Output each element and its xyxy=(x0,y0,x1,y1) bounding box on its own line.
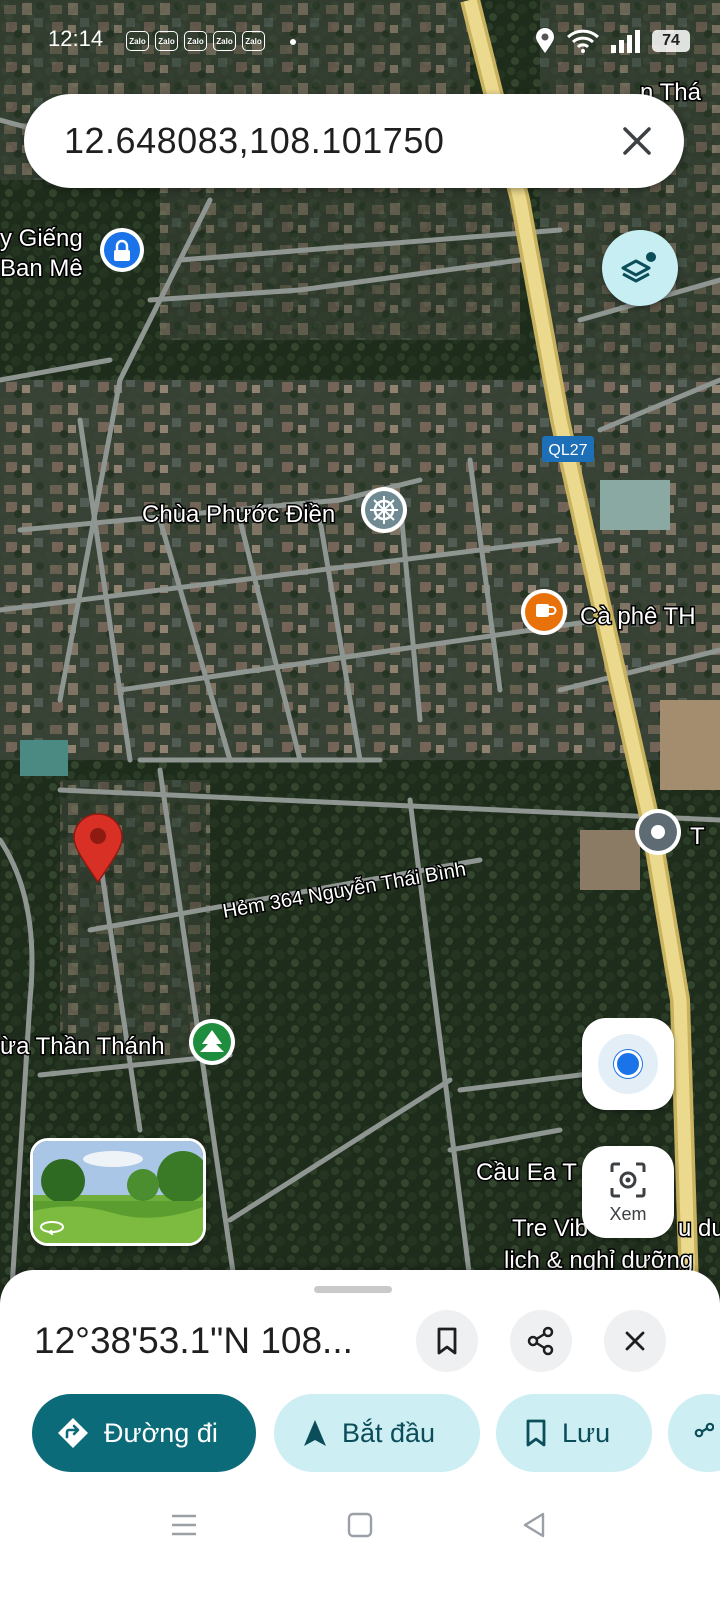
share-chip-button[interactable] xyxy=(668,1394,720,1472)
zalo-icon: Zalo xyxy=(126,31,149,51)
close-icon xyxy=(625,1331,645,1351)
start-label: Bắt đầu xyxy=(342,1417,436,1448)
poi-shop-marker[interactable] xyxy=(100,228,144,272)
place-label-right: T xyxy=(690,823,705,850)
zalo-icon: Zalo xyxy=(242,31,265,51)
street-view-thumbnail[interactable] xyxy=(30,1138,206,1246)
menu-nav-icon[interactable] xyxy=(170,1512,198,1538)
share-icon xyxy=(694,1422,714,1438)
my-location-icon xyxy=(598,1034,658,1094)
notification-icons: Zalo Zalo Zalo Zalo Zalo xyxy=(126,31,265,51)
temple-label: Chùa Phước Điền xyxy=(142,501,335,528)
view-button[interactable]: Xem xyxy=(582,1146,674,1238)
zalo-icon: Zalo xyxy=(155,31,178,51)
road-badge-label: QL27 xyxy=(548,442,587,459)
resort-label-1: Tre Vib xyxy=(512,1215,588,1242)
navigation-arrow-icon xyxy=(304,1420,326,1446)
search-bar[interactable]: 12.648083,108.101750 xyxy=(24,94,684,188)
share-icon xyxy=(527,1326,554,1356)
system-navigation-bar xyxy=(0,1488,720,1600)
wifi-icon xyxy=(566,29,600,53)
location-status-icon xyxy=(536,28,554,53)
poi-label-top-left-2: Ban Mê xyxy=(0,255,83,282)
battery-icon: 74 xyxy=(652,30,690,52)
street-view-360-icon xyxy=(40,1221,64,1235)
cafe-marker[interactable] xyxy=(521,589,567,635)
park-marker[interactable] xyxy=(189,1019,235,1065)
my-location-button[interactable] xyxy=(582,1018,674,1110)
cafe-label: Cà phê TH xyxy=(580,603,696,630)
back-nav-icon[interactable] xyxy=(520,1511,548,1539)
close-sheet-button[interactable] xyxy=(604,1310,666,1372)
more-notifications-dot-icon xyxy=(290,39,296,45)
resort-label-1-end: u du xyxy=(678,1215,720,1242)
bookmark-icon xyxy=(437,1327,457,1355)
status-bar: 12:14 Zalo Zalo Zalo Zalo Zalo 74 xyxy=(0,0,720,80)
temple-marker[interactable] xyxy=(361,487,407,533)
directions-button[interactable]: Đường đi xyxy=(32,1394,256,1472)
park-label: ừa Thần Thánh xyxy=(0,1033,165,1060)
bookmark-icon xyxy=(526,1419,546,1447)
bridge-label: Cầu Ea T xyxy=(476,1159,577,1186)
poi-label-top-left-1: y Giếng xyxy=(0,225,83,252)
save-icon-button[interactable] xyxy=(416,1310,478,1372)
view-button-label: Xem xyxy=(609,1204,647,1224)
directions-icon xyxy=(58,1418,88,1448)
directions-label: Đường đi xyxy=(104,1417,218,1448)
status-time: 12:14 xyxy=(48,26,104,51)
zalo-icon: Zalo xyxy=(184,31,207,51)
layers-icon xyxy=(621,252,656,283)
satellite-map[interactable]: QL27 y Giếng Ban Mê n Thá Chùa Phước Điề… xyxy=(0,0,720,1320)
place-title: 12°38'53.1"N 108... xyxy=(34,1320,353,1361)
clear-search-icon[interactable] xyxy=(616,120,658,162)
layers-button[interactable] xyxy=(602,230,678,306)
start-navigation-button[interactable]: Bắt đầu xyxy=(274,1394,480,1472)
zalo-icon: Zalo xyxy=(213,31,236,51)
place-marker-right[interactable] xyxy=(635,809,681,855)
share-button[interactable] xyxy=(510,1310,572,1372)
camera-view-icon xyxy=(610,1162,646,1198)
save-button[interactable]: Lưu xyxy=(496,1394,652,1472)
save-label: Lưu xyxy=(562,1417,611,1448)
home-nav-icon[interactable] xyxy=(346,1511,374,1539)
sheet-drag-handle[interactable] xyxy=(314,1286,392,1293)
search-input[interactable]: 12.648083,108.101750 xyxy=(64,120,444,162)
signal-icon xyxy=(611,30,640,53)
